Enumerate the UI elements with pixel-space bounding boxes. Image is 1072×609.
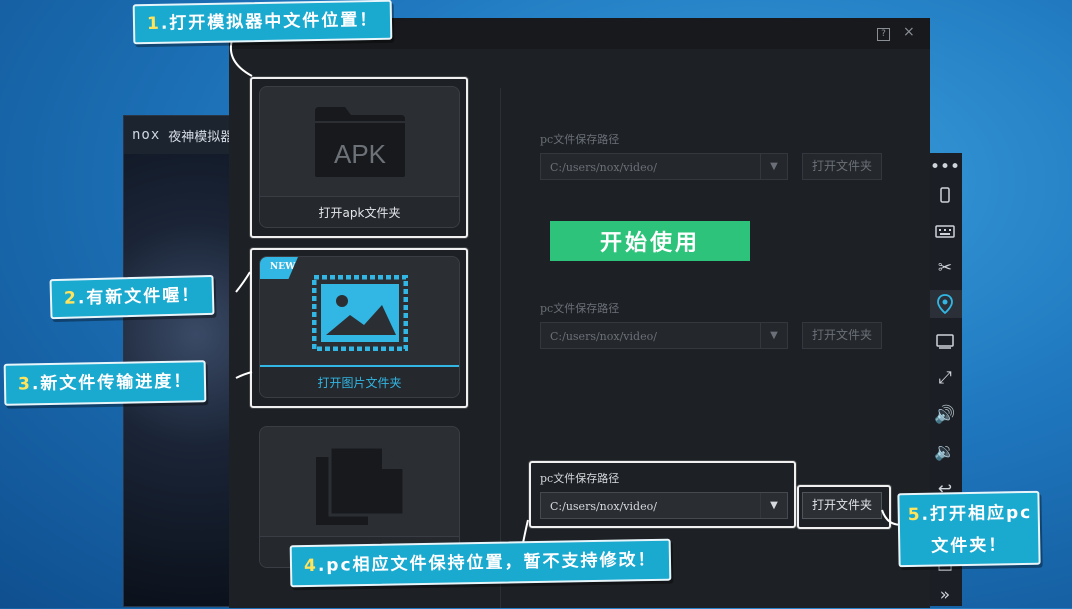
rotate-icon[interactable] (928, 181, 962, 209)
callout-text: .打开相应pc (921, 502, 1033, 525)
callout-text: .pc相应文件保持位置，暂不支持修改！ (317, 549, 657, 576)
callout-number: 4 (303, 555, 319, 577)
open-folder-button[interactable]: 打开文件夹 (802, 322, 882, 349)
location-icon[interactable] (928, 290, 962, 318)
callout-4: 4.pc相应文件保持位置，暂不支持修改！ (289, 538, 671, 588)
screen-icon[interactable] (928, 327, 962, 355)
close-icon[interactable]: × (903, 24, 915, 40)
emulator-title: 夜神模拟器 (168, 129, 234, 145)
save-path-value: C:/users/nox/video/ (550, 330, 657, 343)
expand-icon[interactable]: » (928, 581, 962, 609)
callout-text: .有新文件喔！ (77, 285, 201, 309)
callout-3: 3.新文件传输进度！ (3, 360, 207, 406)
callout-number: 3 (17, 374, 33, 395)
scissors-icon[interactable]: ✂ (928, 254, 962, 282)
chevron-down-icon: ▼ (760, 154, 787, 179)
section-label: pc文件保存路径 (540, 133, 620, 146)
save-path-field: C:/users/nox/video/ ▼ (540, 153, 788, 180)
emulator-titlebar: nox 夜神模拟器 (124, 116, 244, 154)
panel-divider (500, 88, 501, 608)
more-icon[interactable]: ••• (928, 153, 962, 181)
highlight-frame-path (529, 461, 796, 528)
callout-2: 2.有新文件喔！ (49, 274, 215, 320)
documents-icon (316, 445, 406, 525)
callout-5: 5.打开相应pc 文件夹！ (897, 490, 1041, 568)
callout-number: 1 (146, 13, 162, 35)
keyboard-icon[interactable] (928, 217, 962, 245)
highlight-frame-image (250, 248, 468, 408)
open-folder-button[interactable]: 打开文件夹 (802, 153, 882, 180)
start-button[interactable]: 开始使用 (550, 221, 750, 261)
callout-text: .打开模拟器中文件位置！ (160, 9, 379, 34)
fullscreen-icon[interactable]: ⤢ (928, 364, 962, 392)
callout-number: 2 (63, 288, 79, 309)
callout-text: .新文件传输进度！ (31, 371, 193, 395)
callout-1: 1.打开模拟器中文件位置！ (132, 0, 393, 45)
volume-down-icon[interactable]: 🔉 (928, 438, 962, 466)
save-path-value: C:/users/nox/video/ (550, 161, 657, 174)
highlight-frame-open-button (797, 485, 891, 529)
save-path-field: C:/users/nox/video/ ▼ (540, 322, 788, 349)
chevron-down-icon: ▼ (760, 323, 787, 348)
help-icon[interactable]: ? (877, 28, 890, 41)
callout-number: 5 (907, 504, 922, 526)
nox-logo: nox (132, 127, 161, 143)
volume-up-icon[interactable]: 🔊 (928, 401, 962, 429)
section-label: pc文件保存路径 (540, 302, 620, 315)
callout-text-line2: 文件夹！ (931, 535, 1008, 557)
highlight-frame-apk (250, 77, 468, 238)
